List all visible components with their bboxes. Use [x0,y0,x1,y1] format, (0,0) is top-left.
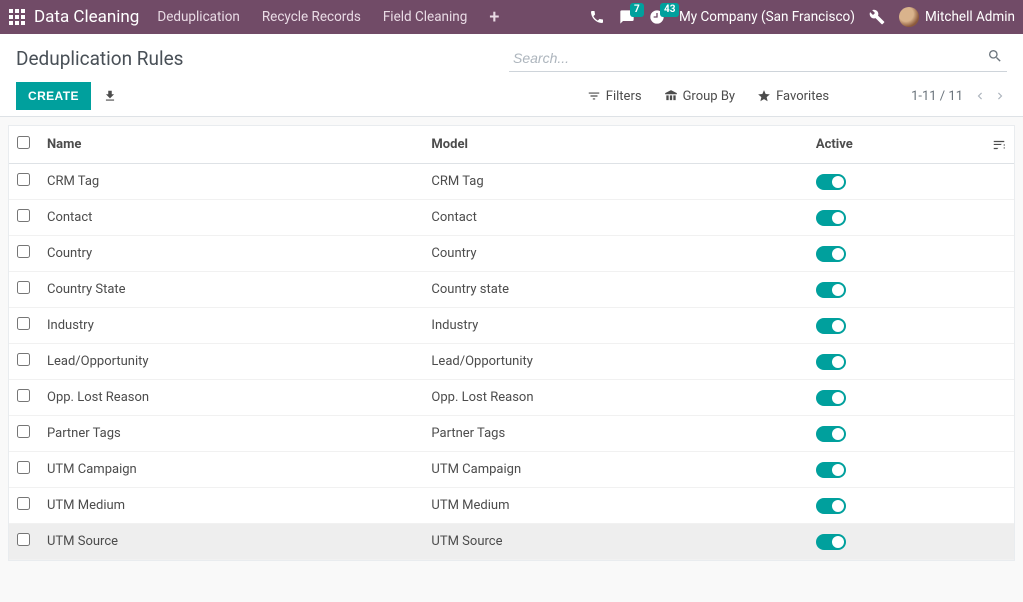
table-row[interactable]: UTM CampaignUTM Campaign [9,452,1014,488]
row-checkbox[interactable] [17,461,30,474]
table-row[interactable]: UTM SourceUTM Source [9,524,1014,560]
pager-prev[interactable] [973,89,987,104]
search-input[interactable] [509,44,1007,72]
active-toggle[interactable] [816,354,846,370]
avatar [899,7,919,27]
table-row[interactable]: Lead/OpportunityLead/Opportunity [9,344,1014,380]
search-wrapper [509,44,1007,72]
active-toggle[interactable] [816,462,846,478]
favorites-label: Favorites [776,89,829,104]
nav-recycle-records[interactable]: Recycle Records [262,9,361,25]
row-checkbox[interactable] [17,389,30,402]
active-toggle[interactable] [816,390,846,406]
select-all-checkbox[interactable] [17,136,30,149]
nav-deduplication[interactable]: Deduplication [157,9,239,25]
row-checkbox[interactable] [17,425,30,438]
row-checkbox[interactable] [17,533,30,546]
cell-name: Country [39,236,423,272]
row-checkbox[interactable] [17,173,30,186]
nav-field-cleaning[interactable]: Field Cleaning [383,9,468,25]
column-active[interactable]: Active [808,126,980,164]
active-toggle[interactable] [816,174,846,190]
active-toggle[interactable] [816,426,846,442]
table-row[interactable]: Opp. Lost ReasonOpp. Lost Reason [9,380,1014,416]
pager-value[interactable]: 1-11 / 11 [911,89,963,104]
activities-badge: 43 [660,3,679,17]
topnav: Data Cleaning Deduplication Recycle Reco… [0,0,1023,34]
create-button[interactable]: CREATE [16,82,91,110]
table-row[interactable]: UTM MediumUTM Medium [9,488,1014,524]
table-row[interactable]: IndustryIndustry [9,308,1014,344]
cell-name: UTM Medium [39,488,423,524]
cell-model: Lead/Opportunity [423,344,807,380]
groupby-button[interactable]: Group By [664,89,736,104]
cell-name: UTM Source [39,524,423,560]
control-panel: Deduplication Rules CREATE Filters Group… [0,34,1023,117]
filters-button[interactable]: Filters [587,89,642,104]
column-name[interactable]: Name [39,126,423,164]
cell-name: Partner Tags [39,416,423,452]
messages-badge: 7 [630,3,644,17]
active-toggle[interactable] [816,246,846,262]
cell-name: Lead/Opportunity [39,344,423,380]
cell-model: UTM Campaign [423,452,807,488]
cell-model: UTM Medium [423,488,807,524]
cell-model: Contact [423,200,807,236]
pager: 1-11 / 11 [911,89,1007,104]
groupby-label: Group By [683,89,736,104]
rules-table: Name Model Active CRM TagCRM TagContactC… [9,126,1014,560]
table-row[interactable]: CountryCountry [9,236,1014,272]
row-checkbox[interactable] [17,281,30,294]
topnav-right: 7 43 My Company (San Francisco) Mitchell… [589,7,1015,27]
cell-model: CRM Tag [423,164,807,200]
optional-columns-icon[interactable] [992,137,1006,152]
apps-icon[interactable] [8,8,26,26]
row-checkbox[interactable] [17,497,30,510]
row-checkbox[interactable] [17,353,30,366]
active-toggle[interactable] [816,534,846,550]
cell-name: Industry [39,308,423,344]
list-view: Name Model Active CRM TagCRM TagContactC… [8,125,1015,561]
row-checkbox[interactable] [17,209,30,222]
table-row[interactable]: Country StateCountry state [9,272,1014,308]
table-row[interactable]: CRM TagCRM Tag [9,164,1014,200]
user-name: Mitchell Admin [925,9,1015,25]
active-toggle[interactable] [816,282,846,298]
cell-name: CRM Tag [39,164,423,200]
main-menu: Deduplication Recycle Records Field Clea… [157,7,499,28]
cell-model: Country state [423,272,807,308]
search-icon[interactable] [987,48,1003,64]
column-model[interactable]: Model [423,126,807,164]
user-menu[interactable]: Mitchell Admin [899,7,1015,27]
cell-model: Opp. Lost Reason [423,380,807,416]
systray-call-icon[interactable] [589,9,605,25]
search-options: Filters Group By Favorites 1-11 / 11 [567,89,1007,104]
table-row[interactable]: Partner TagsPartner Tags [9,416,1014,452]
active-toggle[interactable] [816,498,846,514]
systray-activities-icon[interactable]: 43 [649,9,665,25]
systray-debug-icon[interactable] [869,9,885,25]
cell-name: UTM Campaign [39,452,423,488]
cell-name: Country State [39,272,423,308]
brand-name[interactable]: Data Cleaning [34,7,139,27]
cell-model: Country [423,236,807,272]
favorites-button[interactable]: Favorites [757,89,829,104]
filters-label: Filters [606,89,642,104]
table-row[interactable]: ContactContact [9,200,1014,236]
cell-model: Partner Tags [423,416,807,452]
cell-name: Contact [39,200,423,236]
pager-next[interactable] [993,89,1007,104]
row-checkbox[interactable] [17,245,30,258]
row-checkbox[interactable] [17,317,30,330]
active-toggle[interactable] [816,318,846,334]
cell-model: Industry [423,308,807,344]
nav-add-menu[interactable]: + [489,7,499,28]
company-switcher[interactable]: My Company (San Francisco) [679,9,855,25]
page-title: Deduplication Rules [16,47,183,70]
active-toggle[interactable] [816,210,846,226]
cell-name: Opp. Lost Reason [39,380,423,416]
cell-model: UTM Source [423,524,807,560]
systray-messages-icon[interactable]: 7 [619,9,635,25]
import-button[interactable] [103,89,117,104]
